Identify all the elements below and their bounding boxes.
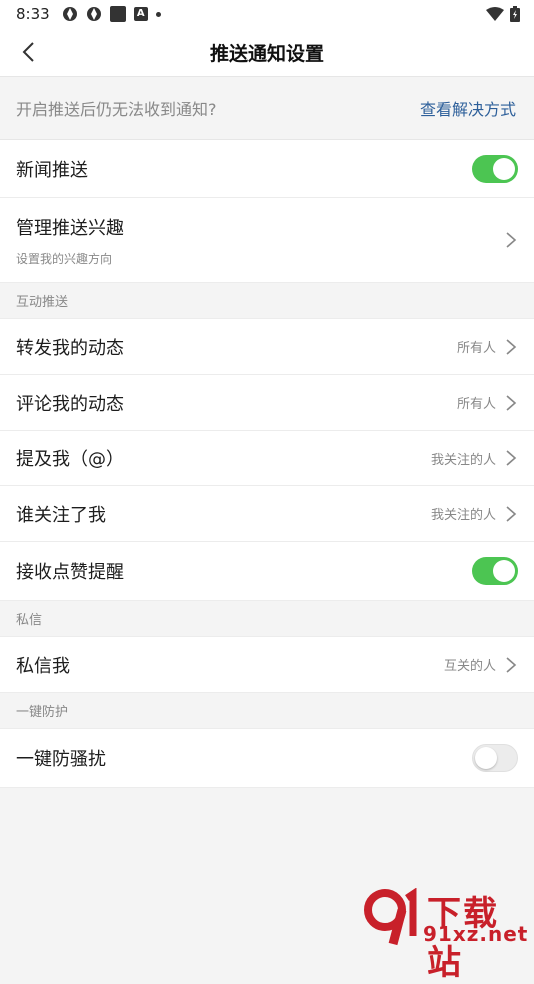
notification-icons: A — [62, 6, 161, 22]
dm-label: 私信我 — [16, 655, 70, 677]
dm-me-row[interactable]: 私信我 互关的人 — [0, 637, 534, 693]
like-reminder-row[interactable]: 接收点赞提醒 — [0, 542, 534, 601]
news-push-row[interactable]: 新闻推送 — [0, 140, 534, 198]
mention-right: 我关注的人 — [431, 448, 518, 468]
section-protect-header: 一键防护 — [0, 693, 534, 729]
comment-right: 所有人 — [457, 393, 518, 413]
view-solution-link[interactable]: 查看解决方式 — [420, 96, 516, 120]
chevron-right-icon — [506, 505, 517, 522]
chevron-right-icon — [506, 450, 517, 466]
status-bar: 8:33 A — [0, 0, 534, 28]
help-banner: 开启推送后仍无法收到通知? 查看解决方式 — [0, 77, 534, 140]
manage-interests-text: 管理推送兴趣 设置我的兴趣方向 — [16, 214, 124, 267]
square-notification-icon — [109, 6, 126, 22]
manage-interests-row[interactable]: 管理推送兴趣 设置我的兴趣方向 — [0, 198, 534, 283]
toggle-knob — [475, 747, 497, 769]
manage-interests-subtitle: 设置我的兴趣方向 — [16, 251, 113, 266]
mention-value: 我关注的人 — [430, 452, 496, 468]
toggle-knob — [493, 560, 515, 582]
who-followed-me-row[interactable]: 谁关注了我 我关注的人 — [0, 486, 534, 542]
followed-value: 我关注的人 — [430, 508, 496, 523]
title-bar: 推送通知设置 — [0, 28, 534, 77]
page-title: 推送通知设置 — [209, 42, 324, 65]
watermark-url: 91xz.net — [423, 922, 529, 946]
followed-label: 谁关注了我 — [16, 504, 106, 526]
help-text: 开启推送后仍无法收到通知? — [16, 100, 217, 119]
chevron-right-icon — [506, 656, 517, 673]
forward-label: 转发我的动态 — [16, 337, 124, 359]
app-notification-icon — [62, 7, 77, 21]
comment-value: 所有人 — [456, 397, 496, 412]
wifi-icon — [486, 7, 504, 21]
back-arrow-icon — [22, 42, 34, 62]
status-time: 8:33 — [16, 5, 50, 23]
mention-me-row[interactable]: 提及我（@） 我关注的人 — [0, 431, 534, 486]
mention-label: 提及我（@） — [16, 449, 124, 470]
section-dm-header: 私信 — [0, 601, 534, 637]
forward-right: 所有人 — [457, 337, 518, 357]
app-notification-icon-2 — [86, 7, 101, 21]
like-reminder-label: 接收点赞提醒 — [16, 562, 124, 583]
chevron-right-icon — [506, 232, 517, 248]
manage-interests-label: 管理推送兴趣 — [16, 217, 124, 239]
more-notifications-dot-icon — [155, 11, 161, 17]
forward-my-posts-row[interactable]: 转发我的动态 所有人 — [0, 319, 534, 375]
anti-harassment-toggle[interactable] — [472, 744, 518, 772]
comment-label: 评论我的动态 — [16, 393, 124, 415]
chevron-right-icon — [506, 394, 517, 411]
section-interact-header: 互动推送 — [0, 283, 534, 319]
dm-right: 互关的人 — [444, 655, 518, 675]
back-button[interactable] — [14, 38, 42, 66]
system-icons — [486, 6, 520, 22]
watermark-logo-icon — [364, 888, 417, 946]
battery-icon — [510, 6, 520, 22]
news-push-toggle[interactable] — [472, 154, 518, 183]
forward-value: 所有人 — [456, 341, 496, 356]
followed-right: 我关注的人 — [431, 504, 518, 524]
like-reminder-toggle[interactable] — [472, 557, 518, 585]
anti-harassment-row[interactable]: 一键防骚扰 — [0, 729, 534, 788]
comment-my-posts-row[interactable]: 评论我的动态 所有人 — [0, 375, 534, 431]
news-push-label: 新闻推送 — [16, 159, 88, 181]
a-notification-icon: A — [133, 7, 148, 21]
anti-harassment-label: 一键防骚扰 — [16, 749, 106, 770]
dm-value: 互关的人 — [443, 659, 496, 674]
chevron-right-icon — [506, 338, 517, 355]
toggle-knob — [493, 157, 515, 180]
watermark: 下载站 91xz.net — [363, 886, 529, 983]
